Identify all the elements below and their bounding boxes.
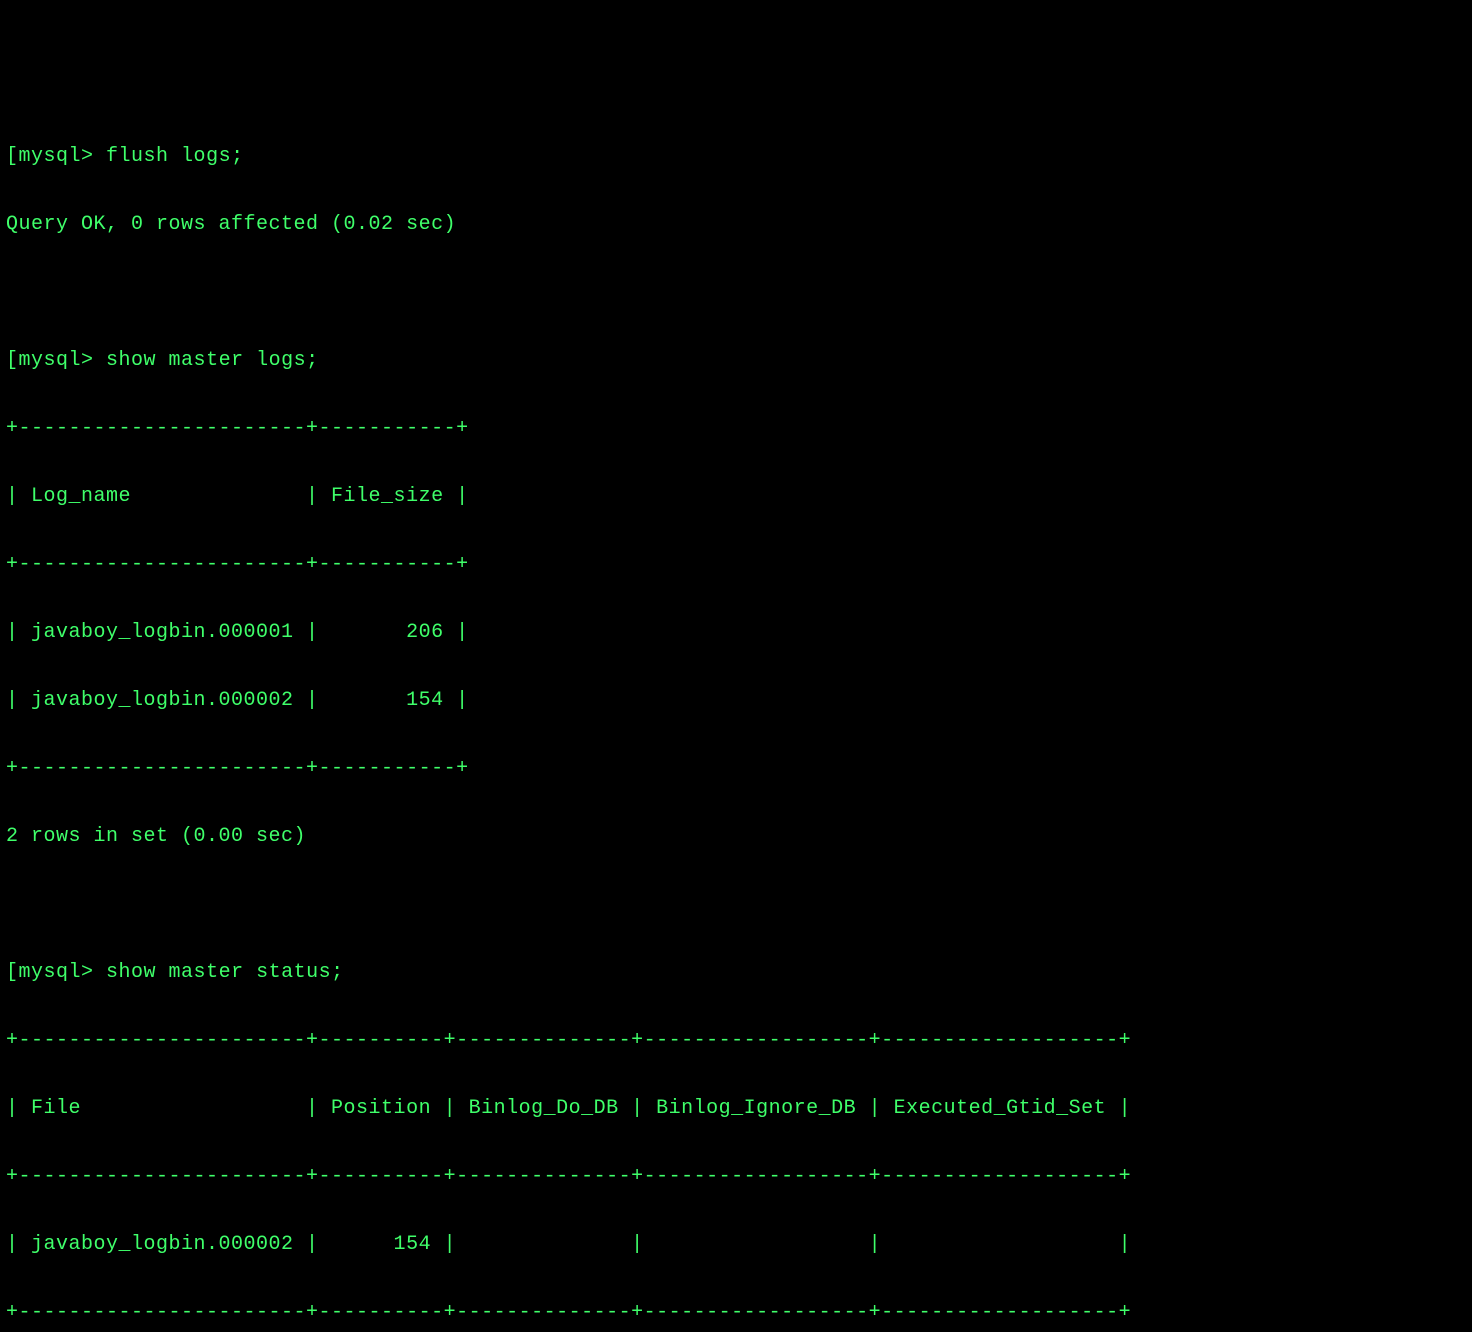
- blank-line: [6, 276, 1466, 310]
- command-input-1: flush logs;: [106, 145, 244, 168]
- prompt-label: mysql: [19, 961, 82, 984]
- query-result-1: Query OK, 0 rows affected (0.02 sec): [6, 208, 1466, 242]
- prompt-label: mysql: [19, 145, 82, 168]
- table-row: | javaboy_logbin.000001 | 206 |: [6, 616, 1466, 650]
- command-line-1[interactable]: [mysql> flush logs;: [6, 140, 1466, 174]
- table-row: | javaboy_logbin.000002 | 154 |: [6, 684, 1466, 718]
- table-separator: +-----------------------+-----------+: [6, 548, 1466, 582]
- table-header: | Log_name | File_size |: [6, 480, 1466, 514]
- table-separator: +-----------------------+----------+----…: [6, 1160, 1466, 1194]
- command-line-3[interactable]: [mysql> show master status;: [6, 956, 1466, 990]
- query-result-2: 2 rows in set (0.00 sec): [6, 820, 1466, 854]
- command-input-3: show master status;: [106, 961, 344, 984]
- table-separator: +-----------------------+----------+----…: [6, 1024, 1466, 1058]
- table-separator: +-----------------------+-----------+: [6, 752, 1466, 786]
- prompt-close: >: [81, 145, 106, 168]
- command-input-2: show master logs;: [106, 349, 319, 372]
- table-separator: +-----------------------+----------+----…: [6, 1296, 1466, 1330]
- prompt-bracket-open: [: [6, 145, 19, 168]
- blank-line: [6, 888, 1466, 922]
- prompt-close: >: [81, 349, 106, 372]
- table-row: | javaboy_logbin.000002 | 154 | | | |: [6, 1228, 1466, 1262]
- table-separator: +-----------------------+-----------+: [6, 412, 1466, 446]
- prompt-label: mysql: [19, 349, 82, 372]
- table-header: | File | Position | Binlog_Do_DB | Binlo…: [6, 1092, 1466, 1126]
- prompt-bracket-open: [: [6, 961, 19, 984]
- command-line-2[interactable]: [mysql> show master logs;: [6, 344, 1466, 378]
- prompt-close: >: [81, 961, 106, 984]
- prompt-bracket-open: [: [6, 349, 19, 372]
